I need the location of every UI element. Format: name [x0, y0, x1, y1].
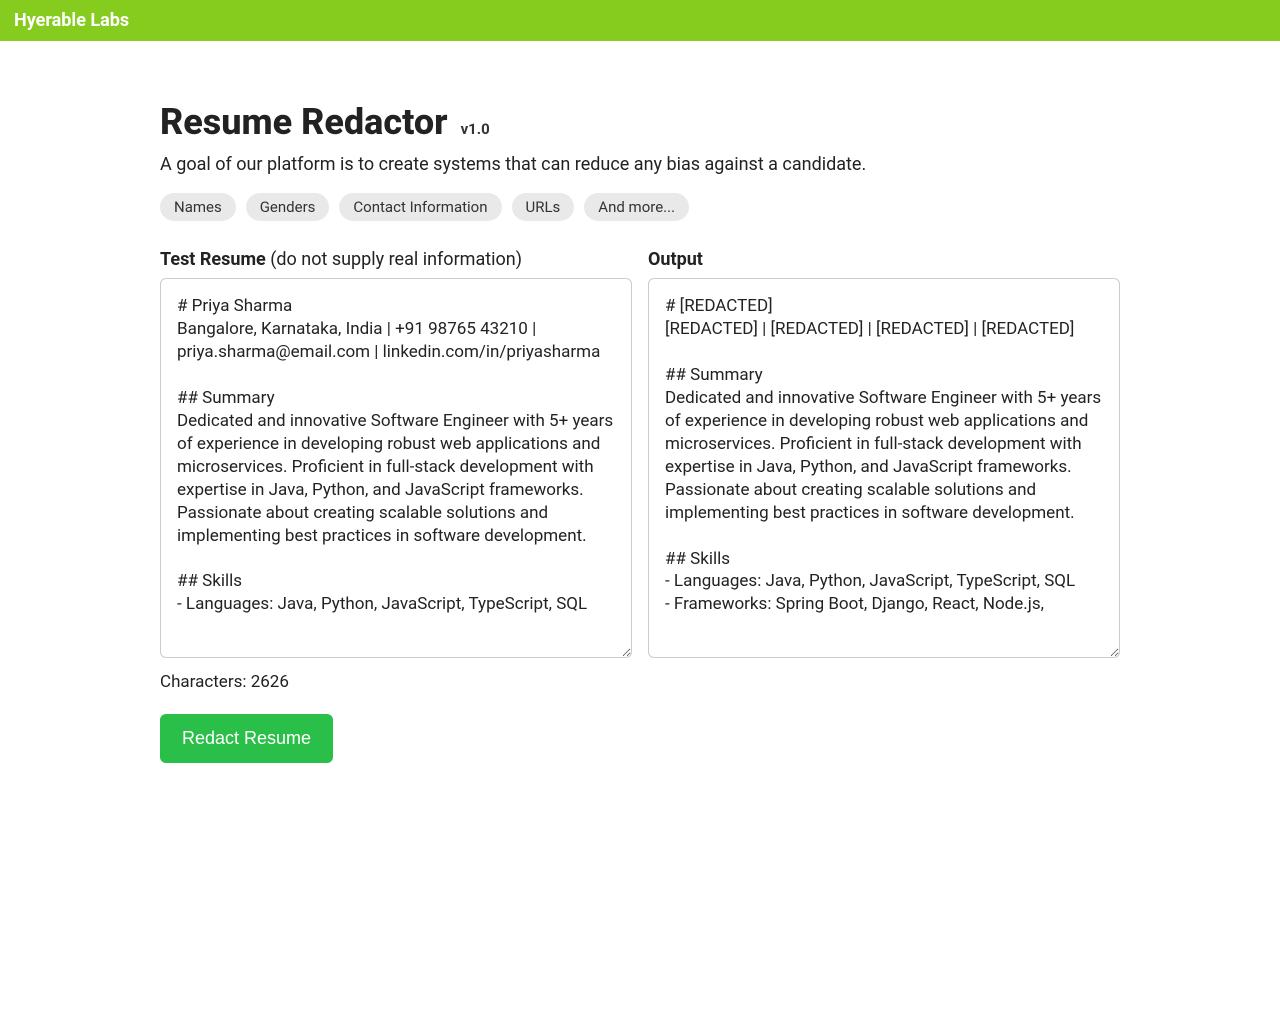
character-count-prefix: Characters: — [160, 672, 251, 692]
top-navbar: Hyerable Labs — [0, 0, 1280, 41]
page-title-text: Resume Redactor — [160, 101, 448, 143]
page-subtitle: A goal of our platform is to create syst… — [160, 154, 1120, 175]
input-label: Test Resume (do not supply real informat… — [160, 249, 632, 270]
input-resume-textarea[interactable] — [160, 278, 632, 658]
output-label-text: Output — [648, 249, 703, 270]
main-container: Resume Redactor v1.0 A goal of our platf… — [140, 41, 1140, 803]
redaction-chips: Names Genders Contact Information URLs A… — [160, 193, 1120, 221]
chip-urls: URLs — [512, 193, 575, 221]
character-count-value: 2626 — [251, 672, 289, 692]
input-label-hint: (do not supply real information) — [266, 249, 522, 270]
output-column: Output — [648, 249, 1120, 662]
page-title: Resume Redactor v1.0 — [160, 101, 1120, 144]
chip-names: Names — [160, 193, 236, 221]
redact-resume-button[interactable]: Redact Resume — [160, 714, 333, 763]
character-count: Characters: 2626 — [160, 672, 1120, 692]
chip-contact-information: Contact Information — [339, 193, 501, 221]
input-column: Test Resume (do not supply real informat… — [160, 249, 632, 662]
chip-and-more: And more... — [584, 193, 689, 221]
chip-genders: Genders — [246, 193, 330, 221]
output-label: Output — [648, 249, 1120, 270]
input-label-bold: Test Resume — [160, 249, 266, 270]
version-label: v1.0 — [461, 120, 490, 138]
brand-title[interactable]: Hyerable Labs — [14, 10, 129, 31]
output-resume-textarea[interactable] — [648, 278, 1120, 658]
io-columns: Test Resume (do not supply real informat… — [160, 249, 1120, 662]
